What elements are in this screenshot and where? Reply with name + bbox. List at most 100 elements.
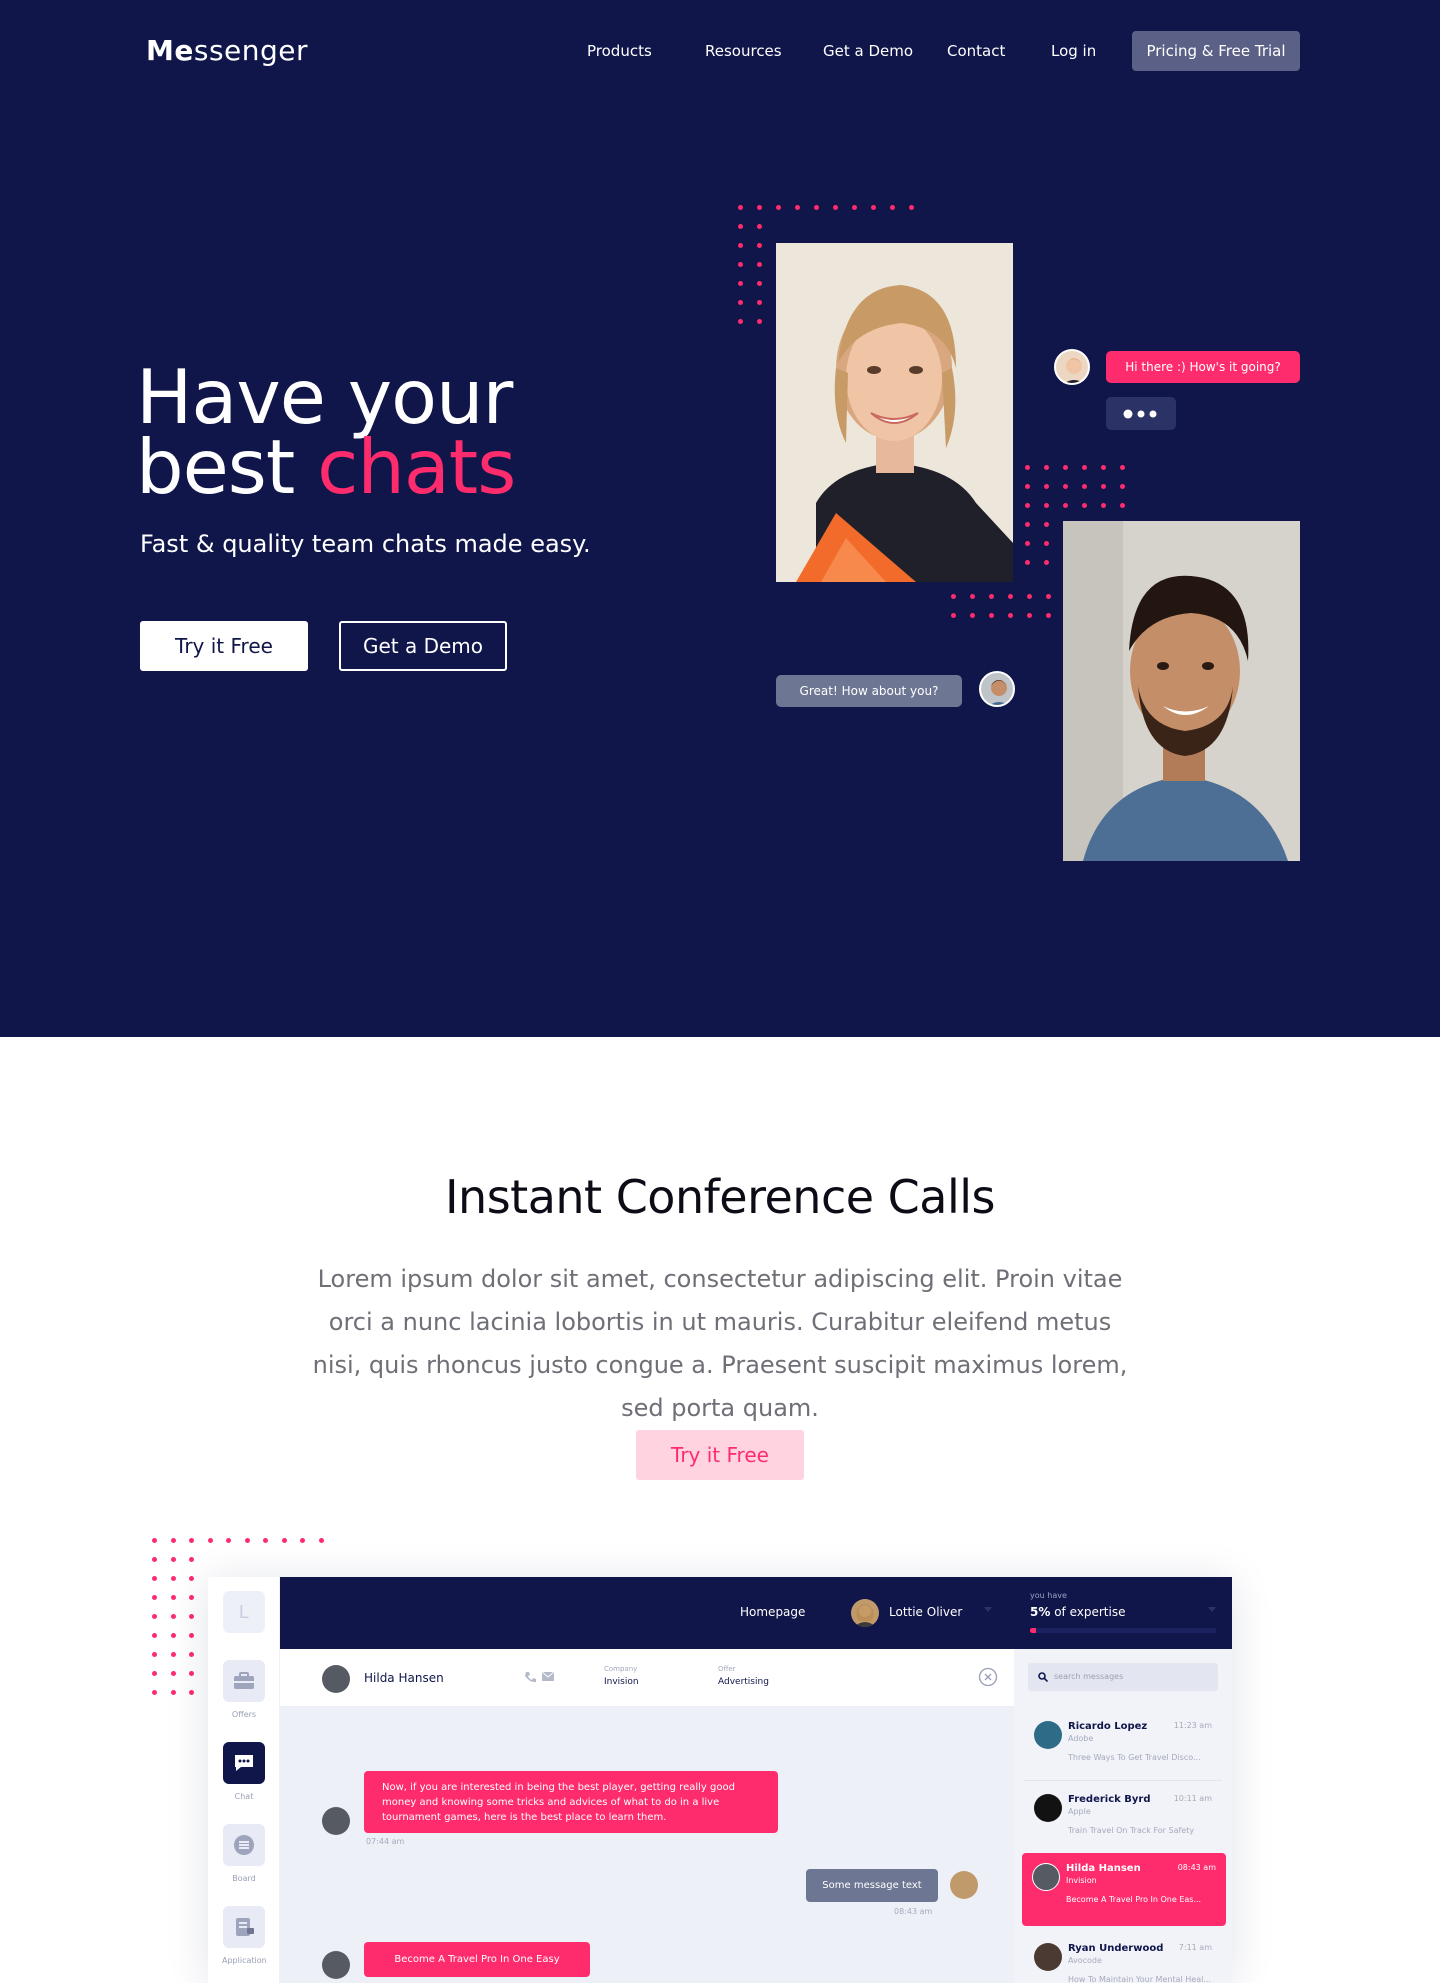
message-time: 11:23 am — [1173, 1721, 1212, 1730]
phone-icon[interactable] — [524, 1671, 536, 1683]
dot — [170, 1557, 176, 1562]
dot — [833, 205, 838, 210]
dot — [1008, 613, 1013, 618]
user-avatar-icon — [854, 1604, 876, 1627]
hero-title-chats: chats — [317, 423, 516, 511]
message-time: 7:11 am — [1178, 1943, 1212, 1952]
dot — [951, 594, 956, 599]
dot — [189, 1652, 194, 1657]
dot — [170, 1633, 176, 1638]
dot — [152, 1614, 157, 1619]
pricing-free-trial-button[interactable]: Pricing & Free Trial — [1132, 31, 1300, 71]
sidebar-label-board: Board — [232, 1874, 256, 1883]
nav-contact[interactable]: Contact — [947, 42, 1005, 60]
message-item[interactable]: Ricardo Lopez Adobe 11:23 am Three Ways … — [1024, 1711, 1222, 1781]
dot — [1044, 503, 1049, 508]
expertise-caption: you have — [1030, 1591, 1067, 1600]
try-free-button-secondary[interactable]: Try it Free — [636, 1430, 804, 1480]
dot — [170, 1671, 176, 1676]
expertise-progress-remainder — [1036, 1628, 1216, 1633]
nav-products[interactable]: Products — [587, 42, 652, 60]
dot — [871, 205, 876, 210]
dot — [738, 205, 743, 210]
dot — [300, 1538, 305, 1543]
dot-pattern-left — [738, 224, 776, 338]
dot — [989, 613, 994, 618]
messages-panel: you have 5% of expertise search messages… — [1014, 1577, 1232, 1983]
topbar-homepage-link[interactable]: Homepage — [740, 1605, 805, 1619]
message-time: 08:43 am — [1177, 1863, 1216, 1872]
message-preview: Train Travel On Track For Safety — [1068, 1826, 1195, 1835]
mail-icon[interactable] — [542, 1672, 554, 1682]
dot — [989, 594, 994, 599]
dot-pattern-app-left — [152, 1557, 208, 1709]
search-icon — [1038, 1672, 1048, 1682]
app-mockup: L Offers Chat Board Application Homepage… — [208, 1577, 1232, 1983]
sidebar-item-board[interactable]: Board — [222, 1824, 266, 1883]
expertise-panel: you have 5% of expertise — [1014, 1577, 1232, 1649]
dot — [1025, 541, 1030, 546]
dot — [170, 1652, 176, 1657]
chat-bubble-greeting: Hi there :) How's it going? — [1106, 351, 1300, 383]
dot — [170, 1614, 176, 1619]
dot — [189, 1576, 194, 1581]
company-label: Company — [604, 1665, 638, 1673]
nav-resources[interactable]: Resources — [705, 42, 782, 60]
contact-avatar[interactable] — [322, 1665, 350, 1693]
sidebar-item-application[interactable]: Application — [222, 1906, 267, 1965]
typing-dots-icon — [1123, 409, 1157, 418]
dot — [189, 1614, 194, 1619]
message-item[interactable]: Frederick Byrd Apple 10:11 am Train Trav… — [1024, 1784, 1222, 1854]
dot — [1044, 465, 1049, 470]
get-demo-button[interactable]: Get a Demo — [339, 621, 507, 671]
search-messages-field[interactable]: search messages — [1028, 1663, 1218, 1691]
expertise-text: 5% of expertise — [1030, 1605, 1125, 1619]
close-icon[interactable] — [978, 1667, 998, 1687]
chat-icon — [223, 1742, 265, 1784]
message-item[interactable]: Ryan Underwood Avocode 7:11 am How To Ma… — [1024, 1933, 1222, 1983]
dot — [757, 319, 762, 324]
dot — [170, 1690, 176, 1695]
hero-title-line1: Have your — [136, 353, 513, 441]
app-sidebar: L Offers Chat Board Application — [208, 1577, 280, 1983]
message-item-active[interactable]: Hilda Hansen Invision 08:43 am Become A … — [1022, 1853, 1226, 1926]
dot — [1025, 503, 1030, 508]
conversation-header: Hilda Hansen Company Invision Offer Adve… — [280, 1649, 1014, 1707]
dot — [189, 1633, 194, 1638]
dot — [152, 1652, 157, 1657]
dot — [1101, 465, 1106, 470]
dot — [738, 300, 743, 305]
dot — [170, 1576, 176, 1581]
try-free-button[interactable]: Try it Free — [140, 621, 308, 671]
application-icon — [223, 1906, 265, 1948]
nav-login[interactable]: Log in — [1051, 42, 1096, 60]
topbar-user-name[interactable]: Lottie Oliver — [889, 1605, 962, 1619]
avatar — [322, 1807, 350, 1835]
nav-get-a-demo[interactable]: Get a Demo — [823, 42, 913, 60]
dot — [189, 1557, 194, 1562]
dot — [1063, 484, 1068, 489]
sidebar-item-offers[interactable]: Offers — [222, 1660, 266, 1719]
dot — [757, 224, 762, 229]
logo[interactable]: Messenger — [146, 34, 308, 67]
topbar-user-avatar[interactable] — [851, 1599, 879, 1627]
hero-title: Have your best chats — [136, 353, 696, 505]
dot — [1008, 594, 1013, 599]
sidebar-label-offers: Offers — [231, 1710, 257, 1719]
dot — [1025, 560, 1030, 565]
dot — [152, 1633, 157, 1638]
dot — [1101, 503, 1106, 508]
avatar — [1032, 1863, 1060, 1891]
dot — [244, 1538, 250, 1543]
dot — [1046, 613, 1051, 618]
chevron-down-icon[interactable] — [1208, 1607, 1216, 1612]
message-preview: Become A Travel Pro In One Eas... — [1066, 1895, 1202, 1904]
message-time: 10:11 am — [1173, 1794, 1212, 1803]
dot — [1044, 560, 1049, 565]
dot — [152, 1557, 157, 1562]
chevron-down-icon[interactable] — [984, 1607, 992, 1612]
message-preview: Three Ways To Get Travel Disco... — [1068, 1753, 1201, 1762]
sidebar-item-chat[interactable]: Chat — [222, 1742, 266, 1801]
chat-message-incoming: Now, if you are interested in being the … — [364, 1771, 778, 1833]
sidebar-logo[interactable]: L — [222, 1591, 266, 1633]
